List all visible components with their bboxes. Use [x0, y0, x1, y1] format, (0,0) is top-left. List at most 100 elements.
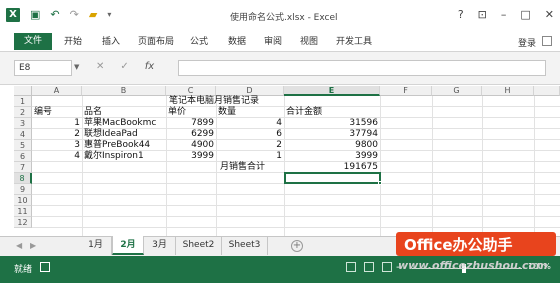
table-cell[interactable]: 4: [32, 151, 80, 162]
column-header-d[interactable]: D: [216, 86, 284, 96]
column-header-e[interactable]: E: [284, 86, 380, 96]
table-cell[interactable]: 9800: [284, 140, 378, 151]
sheet-tab-feb[interactable]: 2月: [112, 236, 144, 255]
prev-sheet-icon[interactable]: ◀: [16, 241, 22, 250]
add-sheet-button[interactable]: +: [291, 240, 303, 252]
row-header-5[interactable]: 5: [14, 140, 32, 151]
table-cell[interactable]: 2: [216, 140, 282, 151]
row-header-11[interactable]: 11: [14, 206, 32, 217]
gridline: [32, 205, 560, 206]
ribbon-collapse-icon[interactable]: [542, 36, 552, 46]
redo-icon[interactable]: ↷: [70, 8, 79, 21]
gridline: [82, 96, 83, 236]
insert-function-icon[interactable]: fx: [145, 61, 154, 72]
page-break-view-icon[interactable]: [382, 262, 392, 272]
table-cell[interactable]: 戴尔Inspiron1: [84, 151, 144, 162]
tab-developer[interactable]: 开发工具: [330, 35, 378, 50]
next-sheet-icon[interactable]: ▶: [30, 241, 36, 250]
table-cell[interactable]: 2: [32, 129, 80, 140]
table-cell[interactable]: 1: [32, 118, 80, 129]
table-cell[interactable]: 1: [216, 151, 282, 162]
save-icon[interactable]: ▣: [30, 8, 40, 21]
active-cell-selection[interactable]: [284, 172, 381, 184]
table-cell[interactable]: 3999: [284, 151, 378, 162]
table-cell[interactable]: 联想IdeaPad: [84, 129, 138, 140]
close-button[interactable]: ✕: [545, 8, 554, 21]
tab-page-layout[interactable]: 页面布局: [132, 35, 180, 50]
column-header-next[interactable]: [534, 86, 560, 96]
header-cell-price[interactable]: 单价: [168, 107, 186, 118]
sheet-tab-jan[interactable]: 1月: [80, 236, 112, 255]
row-header-1[interactable]: 1: [14, 96, 32, 107]
gridline: [380, 96, 381, 236]
row-header-12[interactable]: 12: [14, 217, 32, 228]
table-cell[interactable]: 惠普PreBook44: [84, 140, 150, 151]
ribbon-display-button[interactable]: ⊡: [478, 8, 487, 21]
minimize-button[interactable]: –: [501, 8, 507, 21]
maximize-button[interactable]: □: [520, 8, 530, 21]
row-header-10[interactable]: 10: [14, 195, 32, 206]
watermark-url: www.officezhushou.com: [398, 259, 548, 272]
row-header-8[interactable]: 8: [14, 173, 32, 184]
table-cell[interactable]: 3999: [166, 151, 214, 162]
ribbon-tabs: 文件 开始 插入 页面布局 公式 数据 审阅 视图 开发工具: [0, 32, 560, 52]
table-cell[interactable]: 4900: [166, 140, 214, 151]
column-header-f[interactable]: F: [380, 86, 432, 96]
cancel-entry-icon[interactable]: ✕: [96, 61, 104, 72]
header-cell-product[interactable]: 品名: [84, 107, 102, 118]
fill-handle[interactable]: [378, 181, 382, 185]
watermark-brand: Office办公助手: [404, 236, 513, 254]
header-cell-total[interactable]: 合计金额: [286, 107, 322, 118]
undo-icon[interactable]: ↶: [50, 8, 59, 21]
table-cell[interactable]: 4: [216, 118, 282, 129]
header-cell-qty[interactable]: 数量: [218, 107, 236, 118]
column-header-h[interactable]: H: [482, 86, 534, 96]
view-switcher: [346, 262, 392, 272]
row-header-3[interactable]: 3: [14, 118, 32, 129]
tab-home[interactable]: 开始: [58, 35, 88, 50]
gridline: [432, 96, 433, 236]
column-header-c[interactable]: C: [166, 86, 216, 96]
open-folder-icon[interactable]: ▰: [89, 8, 97, 21]
table-cell[interactable]: 苹果MacBookmc: [84, 118, 156, 129]
worksheet-grid[interactable]: A B C D E F G H 1 2 3 4 5 6 7 8 9 10 11 …: [0, 86, 560, 236]
formula-input[interactable]: [178, 60, 546, 76]
table-cell[interactable]: 3: [32, 140, 80, 151]
select-all-corner[interactable]: [14, 86, 32, 96]
formula-bar-buttons: ✕ ✓ fx: [96, 61, 154, 72]
sheet-tab-sheet3[interactable]: Sheet3: [222, 236, 268, 255]
tab-insert[interactable]: 插入: [96, 35, 126, 50]
page-layout-view-icon[interactable]: [364, 262, 374, 272]
table-cell[interactable]: 37794: [284, 129, 378, 140]
header-cell-id[interactable]: 编号: [34, 107, 52, 118]
normal-view-icon[interactable]: [346, 262, 356, 272]
macro-record-icon[interactable]: [40, 262, 50, 272]
table-cell[interactable]: 6: [216, 129, 282, 140]
column-header-a[interactable]: A: [32, 86, 82, 96]
row-header-4[interactable]: 4: [14, 129, 32, 140]
tab-view[interactable]: 视图: [294, 35, 324, 50]
name-box-dropdown-icon[interactable]: ▼: [74, 63, 79, 71]
name-box[interactable]: E8: [14, 60, 72, 76]
sheet-title-cell[interactable]: 笔记本电脑月销售记录: [154, 96, 274, 107]
row-header-6[interactable]: 6: [14, 151, 32, 162]
table-cell[interactable]: 7899: [166, 118, 214, 129]
sheet-tab-mar[interactable]: 3月: [144, 236, 176, 255]
column-header-b[interactable]: B: [82, 86, 166, 96]
sheet-tab-sheet2[interactable]: Sheet2: [176, 236, 222, 255]
row-header-7[interactable]: 7: [14, 162, 32, 173]
row-header-9[interactable]: 9: [14, 184, 32, 195]
customize-qat-icon[interactable]: ▾: [107, 10, 111, 19]
row-header-2[interactable]: 2: [14, 107, 32, 118]
total-label-cell[interactable]: 月销售合计: [220, 162, 265, 173]
tab-review[interactable]: 审阅: [258, 35, 288, 50]
help-button[interactable]: ?: [458, 8, 464, 21]
tab-file[interactable]: 文件: [14, 33, 53, 50]
table-cell[interactable]: 6299: [166, 129, 214, 140]
column-header-g[interactable]: G: [432, 86, 482, 96]
confirm-entry-icon[interactable]: ✓: [120, 61, 128, 72]
table-cell[interactable]: 31596: [284, 118, 378, 129]
sign-in-link[interactable]: 登录: [518, 36, 536, 49]
tab-formulas[interactable]: 公式: [184, 35, 214, 50]
tab-data[interactable]: 数据: [222, 35, 252, 50]
